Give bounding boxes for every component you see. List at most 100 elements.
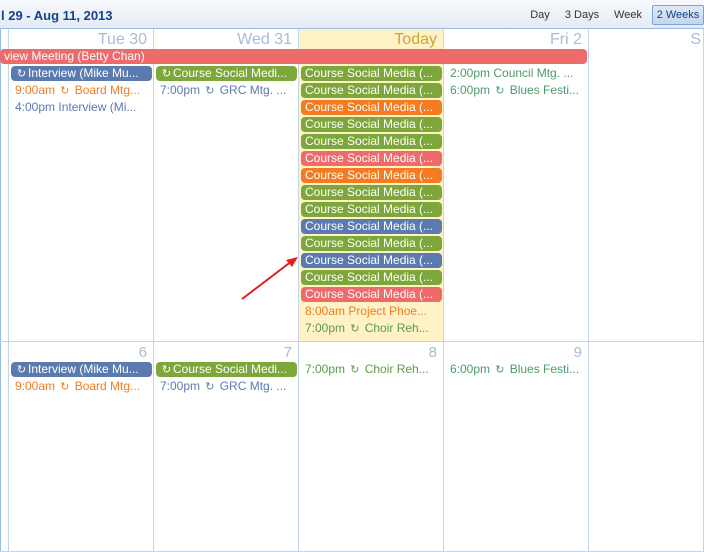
event-title: Course Social Media (... bbox=[305, 253, 434, 267]
event-time: 6:00pm bbox=[450, 83, 494, 97]
event-bar[interactable]: Course Social Media (... bbox=[301, 66, 442, 81]
event-title: Course Social Media (... bbox=[305, 151, 434, 165]
event-time: 2:00pm bbox=[450, 66, 494, 80]
recurring-icon: ↻ bbox=[161, 68, 172, 80]
recurring-icon: ↻ bbox=[205, 381, 215, 393]
event-title: Interview (Mi... bbox=[58, 100, 137, 114]
event-item[interactable]: 2:00pm Council Mtg. ... bbox=[444, 66, 589, 81]
event-item[interactable]: 7:00pm ↻ Choir Reh... bbox=[299, 321, 444, 336]
event-title: Course Social Media (... bbox=[305, 270, 434, 284]
event-title: Course Social Medi... bbox=[173, 362, 288, 376]
event-item[interactable]: 9:00am ↻ Board Mtg... bbox=[9, 379, 154, 394]
day-header[interactable]: 7 bbox=[284, 344, 292, 361]
event-item[interactable]: 7:00pm ↻ GRC Mtg. ... bbox=[154, 83, 299, 98]
event-title: Project Phoe... bbox=[348, 304, 428, 318]
event-bar-spanning[interactable]: view Meeting (Betty Chan) bbox=[0, 49, 587, 64]
recurring-icon: ↻ bbox=[161, 364, 172, 376]
event-title: Course Social Media (... bbox=[305, 83, 434, 97]
event-title: Course Social Medi... bbox=[173, 66, 288, 80]
view-week-button[interactable]: Week bbox=[609, 5, 647, 25]
event-time: 9:00am bbox=[15, 83, 59, 97]
day-cell-sat[interactable]: S bbox=[589, 29, 704, 342]
event-bar[interactable]: ↻ Interview (Mike Mu... bbox=[11, 362, 152, 377]
event-item[interactable]: 4:00pm Interview (Mi... bbox=[9, 100, 154, 115]
recurring-icon: ↻ bbox=[495, 85, 505, 97]
event-bar[interactable]: Course Social Media (... bbox=[301, 219, 442, 234]
event-title: Course Social Media (... bbox=[305, 202, 434, 216]
event-title: Course Social Media (... bbox=[305, 219, 434, 233]
recurring-icon: ↻ bbox=[60, 85, 70, 97]
day-header[interactable]: S bbox=[690, 31, 701, 49]
event-title: Blues Festi... bbox=[506, 83, 580, 97]
event-bar[interactable]: Course Social Media (... bbox=[301, 151, 442, 166]
event-time: 7:00pm bbox=[305, 362, 349, 376]
day-cell-10[interactable] bbox=[589, 342, 704, 552]
recurring-icon: ↻ bbox=[16, 68, 27, 80]
event-bar[interactable]: Course Social Media (... bbox=[301, 287, 442, 302]
event-title: Blues Festi... bbox=[506, 362, 580, 376]
event-title: Course Social Media (... bbox=[305, 236, 434, 250]
day-cell-mon-5[interactable] bbox=[0, 342, 9, 552]
event-title: Choir Reh... bbox=[361, 362, 429, 376]
view-day-button[interactable]: Day bbox=[525, 5, 555, 25]
recurring-icon: ↻ bbox=[350, 364, 360, 376]
event-item[interactable]: 8:00am Project Phoe... bbox=[299, 304, 444, 319]
event-bar[interactable]: Course Social Media (... bbox=[301, 185, 442, 200]
day-header-today[interactable]: Today bbox=[394, 31, 437, 49]
event-title: Board Mtg... bbox=[71, 83, 141, 97]
event-bar[interactable]: Course Social Media (... bbox=[301, 83, 442, 98]
date-range-title: l 29 - Aug 11, 2013 bbox=[1, 8, 113, 23]
calendar-toolbar: l 29 - Aug 11, 2013 Day 3 Days Week 2 We… bbox=[0, 0, 704, 29]
event-title: Interview (Mike Mu... bbox=[28, 66, 139, 80]
event-title: Course Social Media (... bbox=[305, 117, 434, 131]
red-arrow-icon bbox=[241, 257, 298, 300]
recurring-icon: ↻ bbox=[205, 85, 215, 97]
event-title: Course Social Media (... bbox=[305, 66, 434, 80]
day-header[interactable]: 9 bbox=[574, 344, 582, 361]
event-bar[interactable]: Course Social Media (... bbox=[301, 100, 442, 115]
event-time: 8:00am bbox=[305, 304, 349, 318]
event-item[interactable]: 6:00pm ↻ Blues Festi... bbox=[444, 362, 589, 377]
event-title: Course Social Media (... bbox=[305, 287, 434, 301]
event-bar[interactable]: ↻ Course Social Medi... bbox=[156, 66, 297, 81]
recurring-icon: ↻ bbox=[60, 381, 70, 393]
day-cell-mon[interactable] bbox=[0, 29, 9, 342]
event-bar[interactable]: ↻ Interview (Mike Mu... bbox=[11, 66, 152, 81]
event-bar[interactable]: Course Social Media (... bbox=[301, 270, 442, 285]
event-item[interactable]: 9:00am ↻ Board Mtg... bbox=[9, 83, 154, 98]
event-title: GRC Mtg. ... bbox=[216, 83, 287, 97]
day-header[interactable]: Fri 2 bbox=[550, 31, 582, 49]
event-title: Course Social Media (... bbox=[305, 134, 434, 148]
recurring-icon: ↻ bbox=[16, 364, 27, 376]
event-time: 6:00pm bbox=[450, 362, 494, 376]
day-header[interactable]: 6 bbox=[139, 344, 147, 361]
view-2weeks-button[interactable]: 2 Weeks bbox=[652, 5, 704, 25]
event-bar[interactable]: ↻ Course Social Medi... bbox=[156, 362, 297, 377]
event-title: Board Mtg... bbox=[71, 379, 141, 393]
event-bar[interactable]: Course Social Media (... bbox=[301, 168, 442, 183]
event-title: Choir Reh... bbox=[361, 321, 429, 335]
event-time: 7:00pm bbox=[305, 321, 349, 335]
day-header[interactable]: Wed 31 bbox=[237, 31, 292, 49]
event-title: Course Social Media (... bbox=[305, 168, 434, 182]
event-item[interactable]: 7:00pm ↻ Choir Reh... bbox=[299, 362, 444, 377]
event-time: 4:00pm bbox=[15, 100, 59, 114]
event-bar[interactable]: Course Social Media (... bbox=[301, 134, 442, 149]
event-title: GRC Mtg. ... bbox=[216, 379, 287, 393]
event-item[interactable]: 7:00pm ↻ GRC Mtg. ... bbox=[154, 379, 299, 394]
event-title: Interview (Mike Mu... bbox=[28, 362, 139, 376]
event-bar[interactable]: Course Social Media (... bbox=[301, 236, 442, 251]
event-bar[interactable]: Course Social Media (... bbox=[301, 253, 442, 268]
recurring-icon: ↻ bbox=[495, 364, 505, 376]
event-title: Course Social Media (... bbox=[305, 100, 434, 114]
event-time: 7:00pm bbox=[160, 83, 204, 97]
event-time: 9:00am bbox=[15, 379, 59, 393]
day-header[interactable]: Tue 30 bbox=[98, 31, 147, 49]
day-header[interactable]: 8 bbox=[429, 344, 437, 361]
event-item[interactable]: 6:00pm ↻ Blues Festi... bbox=[444, 83, 589, 98]
event-bar[interactable]: Course Social Media (... bbox=[301, 117, 442, 132]
view-3days-button[interactable]: 3 Days bbox=[562, 5, 602, 25]
event-bar[interactable]: Course Social Media (... bbox=[301, 202, 442, 217]
event-time: 7:00pm bbox=[160, 379, 204, 393]
event-title: Course Social Media (... bbox=[305, 185, 434, 199]
